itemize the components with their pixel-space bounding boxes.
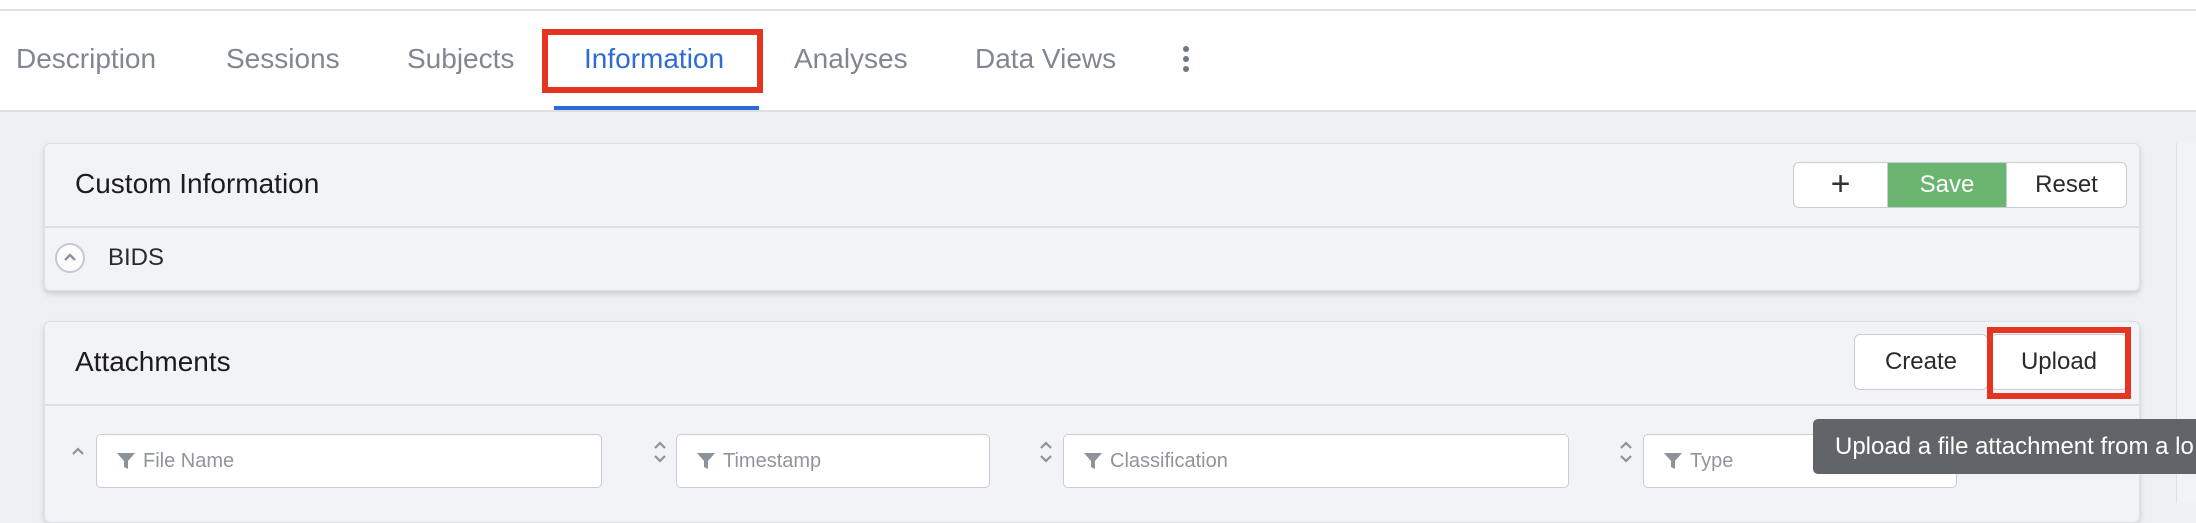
upload-tooltip: Upload a file attachment from a lo	[1813, 419, 2196, 474]
filter-icon	[117, 453, 135, 469]
active-tab-indicator	[554, 106, 759, 110]
sort-icon[interactable]	[1619, 438, 1633, 466]
upload-button-highlight	[1987, 327, 2131, 399]
create-button[interactable]: Create	[1854, 334, 1988, 390]
custom-information-title: Custom Information	[75, 168, 320, 199]
chevron-up-icon[interactable]	[55, 243, 85, 273]
reset-button[interactable]: Reset	[2006, 163, 2126, 207]
bids-section-label: BIDS	[108, 244, 165, 271]
sort-icon[interactable]	[1039, 438, 1053, 466]
add-field-button[interactable]: +	[1794, 163, 1888, 207]
more-tabs-icon[interactable]	[1180, 46, 1192, 78]
sort-asc-icon[interactable]	[71, 442, 85, 470]
tab-bar: Description Sessions Subjects Informatio…	[0, 11, 2196, 112]
classification-filter-input[interactable]	[1063, 434, 1569, 488]
tab-subjects[interactable]: Subjects	[407, 11, 514, 110]
tab-data-views[interactable]: Data Views	[975, 11, 1116, 110]
tab-analyses[interactable]: Analyses	[794, 11, 908, 110]
panel-divider	[45, 404, 2139, 406]
custom-information-panel: Custom Information + Save Reset BIDS	[44, 143, 2140, 291]
filter-icon	[1664, 453, 1682, 469]
file-name-filter-input[interactable]	[96, 434, 602, 488]
attachments-title: Attachments	[75, 346, 231, 377]
tab-sessions[interactable]: Sessions	[226, 11, 340, 110]
information-tab-highlight	[542, 29, 763, 93]
timestamp-filter-input[interactable]	[676, 434, 990, 488]
tab-description[interactable]: Description	[16, 11, 156, 110]
sort-icon[interactable]	[653, 438, 667, 466]
bids-section-row[interactable]: BIDS	[45, 228, 2139, 290]
filter-icon	[697, 453, 715, 469]
save-button[interactable]: Save	[1888, 163, 2006, 207]
filter-icon	[1084, 453, 1102, 469]
custom-info-actions: + Save Reset	[1793, 162, 2127, 208]
top-border	[0, 0, 2196, 11]
